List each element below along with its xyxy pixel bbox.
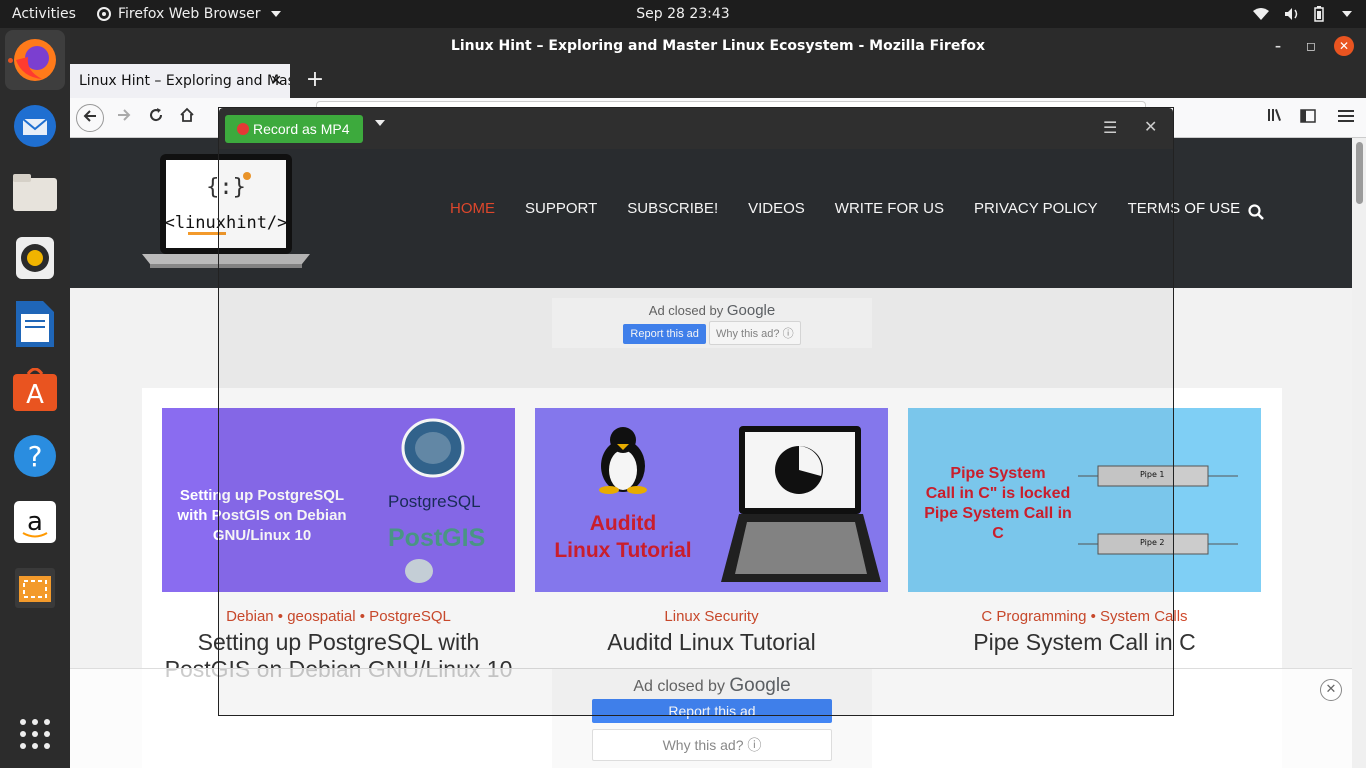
clock-label[interactable]: Sep 28 23:43 [636,6,729,22]
firefox-icon [14,39,56,81]
volume-icon [1285,8,1298,20]
dock-help[interactable]: ? [5,426,65,486]
dock-rhythmbox[interactable] [5,228,65,288]
show-applications-button[interactable] [5,704,65,764]
help-icon: ? [14,435,56,477]
hamburger-icon [1338,110,1354,122]
tab-strip: Linux Hint – Exploring and Master Linux … [70,64,1366,98]
home-icon [180,107,194,122]
library-icon [1268,109,1281,121]
dock-libreoffice-writer[interactable] [5,294,65,354]
new-tab-button[interactable]: + [300,64,330,98]
record-button-label: Record as MP4 [253,121,350,137]
dock: A ? a [0,28,70,768]
reload-button[interactable] [142,104,170,132]
window-title: Linux Hint – Exploring and Master Linux … [450,38,986,54]
reload-icon [150,108,163,122]
search-icon[interactable] [1248,204,1264,220]
record-button[interactable]: Record as MP4 [225,115,363,143]
close-window-button[interactable]: ✕ [1334,36,1354,56]
tab-linuxhint[interactable]: Linux Hint – Exploring and Master Linux … [70,64,290,98]
recording-region[interactable] [219,149,1173,715]
page-scrollbar[interactable] [1352,138,1366,768]
close-icon[interactable]: ✕ [1144,117,1157,136]
dock-firefox[interactable] [5,30,65,90]
amazon-icon: a [14,501,56,543]
recorder-toolbar[interactable]: Record as MP4 ☰ ✕ [219,108,1173,149]
library-button[interactable] [1262,104,1290,132]
dock-amazon[interactable]: a [5,492,65,552]
app-menu[interactable]: Firefox Web Browser [96,0,281,28]
svg-text:a: a [27,507,43,537]
chevron-down-icon [1342,11,1352,17]
forward-button[interactable] [110,104,138,132]
grid-icon [20,719,50,749]
svg-text:?: ? [28,440,43,473]
close-ad-icon[interactable]: ✕ [1320,679,1342,701]
back-button[interactable] [76,104,104,132]
maximize-button[interactable]: ◻ [1301,36,1321,56]
record-dot-icon [237,123,249,135]
tab-close-icon[interactable]: ✕ [270,64,282,98]
thunderbird-icon [14,105,56,147]
firefox-small-icon [97,7,111,21]
minimize-button[interactable]: – [1268,36,1288,56]
chevron-down-icon[interactable] [375,120,385,126]
software-store-icon: A [13,368,57,411]
screenshot-icon [15,568,55,608]
wifi-icon [1253,8,1269,20]
screen-recorder-overlay: Record as MP4 ☰ ✕ [218,107,1174,716]
svg-text:A: A [26,380,44,410]
menu-button[interactable] [1332,104,1360,132]
arrow-left-icon [83,110,96,122]
hamburger-icon[interactable]: ☰ [1103,118,1117,137]
home-button[interactable] [173,104,201,132]
gnome-top-bar: Activities Firefox Web Browser Sep 28 23… [0,0,1366,28]
window-titlebar[interactable]: Linux Hint – Exploring and Master Linux … [70,28,1366,64]
folder-icon [13,174,57,211]
dock-thunderbird[interactable] [5,96,65,156]
chevron-down-icon [270,11,281,17]
dock-software[interactable]: A [5,360,65,420]
dock-screenshot-app[interactable] [5,558,65,618]
scrollbar-thumb[interactable] [1356,142,1363,204]
tab-title: Linux Hint – Exploring and Master Linux … [79,73,290,89]
system-tray[interactable] [1252,0,1352,28]
activities-button[interactable]: Activities [12,0,76,28]
why-this-ad-button[interactable]: Why this ad? ⓘ [592,729,832,761]
sidebar-icon [1300,109,1316,123]
document-icon [16,301,54,347]
running-indicator [8,58,13,63]
arrow-right-icon [118,109,131,121]
battery-icon [1314,6,1324,22]
dock-files[interactable] [5,162,65,222]
sidebar-button[interactable] [1294,104,1322,132]
app-menu-label: Firefox Web Browser [118,6,261,22]
speaker-icon [16,237,54,279]
